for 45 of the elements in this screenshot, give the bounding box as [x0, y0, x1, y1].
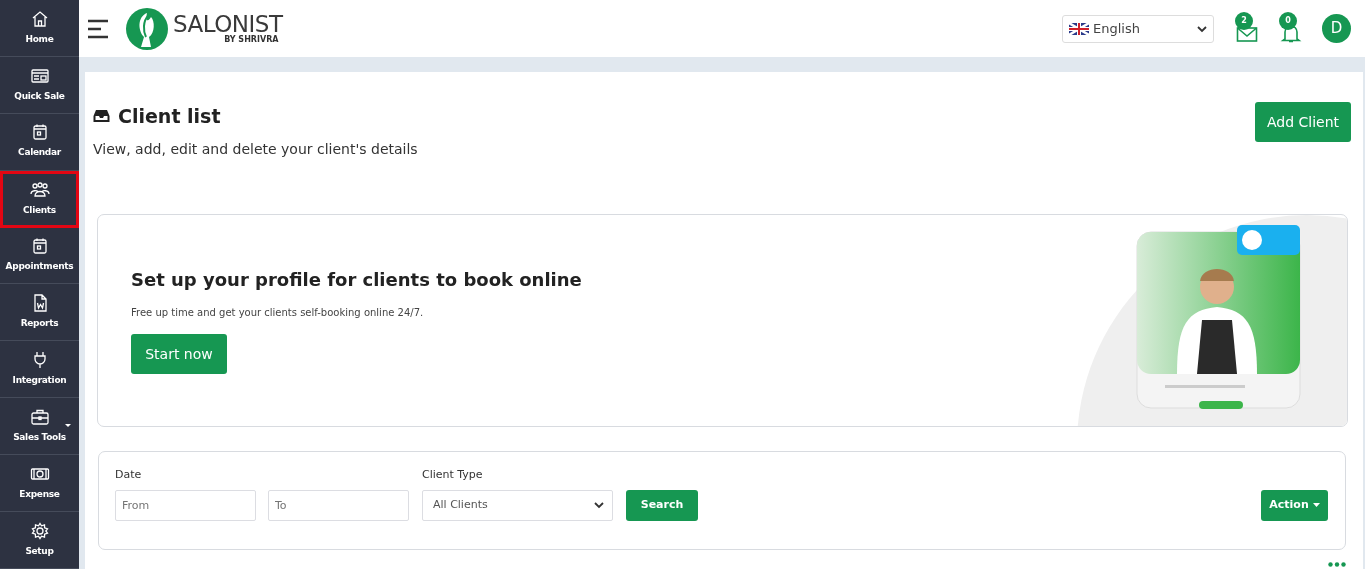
sidebar-item[interactable]: Clients: [0, 170, 79, 228]
add-client-button[interactable]: Add Client: [1255, 102, 1351, 142]
menu-icon: [87, 19, 109, 39]
select-value: All Clients: [433, 496, 489, 513]
logo-icon: [125, 6, 169, 51]
messages-button[interactable]: 2: [1234, 12, 1260, 45]
inbox-icon: [93, 109, 110, 124]
sidebar-item[interactable]: Expense: [0, 455, 79, 512]
sidebar-item[interactable]: Calendar: [0, 113, 79, 171]
from-date-field[interactable]: From: [115, 489, 256, 521]
sidebar-item[interactable]: Integration: [0, 341, 79, 399]
envelope-icon: [1236, 24, 1258, 43]
count-badge: 0: [1279, 12, 1297, 30]
more-icon[interactable]: [1328, 561, 1346, 567]
page-title: Client list: [118, 104, 221, 129]
logo-name: SALONIST: [173, 13, 283, 36]
promo-text: Free up time and get your clients self-booking online 24/7.: [131, 306, 425, 320]
field-label: Date: [115, 467, 143, 483]
flag-icon: [1069, 22, 1089, 35]
sidebar-item[interactable]: Quick Sale: [0, 56, 79, 114]
language-select[interactable]: English: [1062, 14, 1214, 43]
notifications-button[interactable]: 0: [1278, 12, 1304, 45]
field-label: Client Type: [422, 467, 484, 483]
search-button[interactable]: Search: [626, 489, 698, 521]
settings-icon: [29, 521, 50, 540]
caret-icon: [1312, 503, 1320, 507]
briefcase-icon: [29, 407, 50, 426]
sidebar-item[interactable]: Appointments: [0, 227, 79, 285]
start-now-button[interactable]: Start now: [131, 334, 227, 374]
chevron-down-icon: [594, 501, 604, 509]
client-type-select[interactable]: All Clients: [422, 489, 613, 521]
language-value: English: [1093, 19, 1141, 38]
action-button[interactable]: Action: [1261, 489, 1328, 521]
sidebar-item[interactable]: Reports: [0, 284, 79, 342]
avatar[interactable]: D: [1322, 14, 1351, 43]
sidebar-item[interactable]: Sales Tools: [0, 398, 79, 456]
people-icon: [29, 180, 50, 199]
page-subtitle: View, add, edit and delete your client's details: [93, 139, 418, 159]
count-badge: 2: [1235, 12, 1253, 30]
to-date-field[interactable]: To: [268, 489, 409, 521]
sidebar-item[interactable]: Setup: [0, 512, 79, 569]
register-icon: [29, 66, 50, 85]
chevron-down-icon: [1197, 24, 1207, 33]
promo-title: Set up your profile for clients to book online: [131, 268, 582, 292]
logo-tagline: BY SHRIVRA: [224, 36, 279, 44]
